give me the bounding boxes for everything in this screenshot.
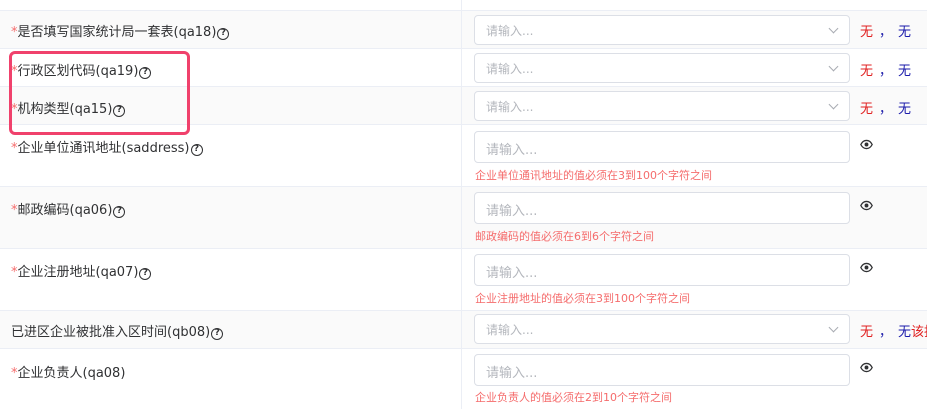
form-row-qa08: *企业负责人(qa08) 请输入... 企业负责人的值必须在2到10个字符之间 <box>0 349 927 409</box>
eye-icon[interactable] <box>860 261 873 274</box>
select-placeholder: 请输入... <box>486 100 534 114</box>
status-separator: ， <box>879 64 893 79</box>
status-right: 无 <box>898 25 912 40</box>
field-label: *邮政编码(qa06)? <box>11 199 126 218</box>
question-circle-icon[interactable]: ? <box>139 267 152 280</box>
status-left: 无 <box>860 64 874 79</box>
form-row-top-partial <box>0 0 927 11</box>
form-row-qa06: *邮政编码(qa06)? 请输入... 邮政编码的值必须在6到6个字符之间 <box>0 187 927 249</box>
question-circle-icon[interactable]: ? <box>190 143 203 156</box>
validation-error: 企业单位通讯地址的值必须在3到100个字符之间 <box>475 169 712 182</box>
field-label-text: 企业注册地址(qa07) <box>17 265 139 280</box>
status-text: 无 ， 无 <box>860 21 911 40</box>
status-overflow: 该指 <box>911 325 927 340</box>
field-label-text: 是否填写国家统计局一套表(qa18) <box>17 25 217 40</box>
status-left: 无 <box>860 102 874 117</box>
chevron-down-icon <box>828 99 839 110</box>
status-text: 无 ， 无 <box>860 60 911 79</box>
question-circle-icon[interactable]: ? <box>211 327 224 340</box>
input-placeholder: 请输入... <box>486 204 538 219</box>
status-separator: ， <box>879 25 893 40</box>
status-left: 无 <box>860 25 874 40</box>
select-qa19[interactable]: 请输入... <box>474 53 850 83</box>
input-placeholder: 请输入... <box>486 143 538 158</box>
eye-icon[interactable] <box>860 361 873 374</box>
question-circle-icon[interactable]: ? <box>113 205 126 218</box>
field-label-text: 邮政编码(qa06) <box>17 203 113 218</box>
input-placeholder: 请输入... <box>486 366 538 381</box>
select-placeholder: 请输入... <box>486 323 534 337</box>
status-right: 无 <box>898 102 912 117</box>
field-label: 已进区企业被批准入区时间(qb08)? <box>11 321 224 340</box>
label-cell <box>0 0 462 10</box>
question-circle-icon[interactable]: ? <box>217 27 230 40</box>
eye-icon[interactable] <box>860 138 873 151</box>
select-placeholder: 请输入... <box>486 24 534 38</box>
field-label-text: 已进区企业被批准入区时间(qb08) <box>11 325 211 340</box>
field-label-text: 企业负责人(qa08) <box>17 366 126 381</box>
input-qa08[interactable]: 请输入... <box>474 354 850 386</box>
status-right: 无 <box>898 325 912 340</box>
form-row-qa18: *是否填写国家统计局一套表(qa18)? 请输入... 无 ， 无 <box>0 11 927 49</box>
chevron-down-icon <box>828 61 839 72</box>
form-row-qb08: 已进区企业被批准入区时间(qb08)? 请输入... 无，无该指 <box>0 311 927 349</box>
select-qa15[interactable]: 请输入... <box>474 91 850 121</box>
status-text: 无，无该指 <box>860 321 927 340</box>
input-placeholder: 请输入... <box>486 266 538 281</box>
input-qa06[interactable]: 请输入... <box>474 192 850 224</box>
status-left: 无 <box>860 325 874 340</box>
input-qa07[interactable]: 请输入... <box>474 254 850 286</box>
validation-error: 企业负责人的值必须在2到10个字符之间 <box>475 391 672 404</box>
input-saddress[interactable]: 请输入... <box>474 131 850 163</box>
status-right: 无 <box>898 64 912 79</box>
field-label: *是否填写国家统计局一套表(qa18)? <box>11 21 230 40</box>
chevron-down-icon <box>828 23 839 34</box>
chevron-down-icon <box>828 322 839 333</box>
select-qa18[interactable]: 请输入... <box>474 15 850 45</box>
field-label: *企业负责人(qa08) <box>11 362 125 381</box>
field-label: *企业单位通讯地址(saddress)? <box>11 137 203 156</box>
select-placeholder: 请输入... <box>486 62 534 76</box>
field-label: *企业注册地址(qa07)? <box>11 261 152 280</box>
status-separator: ， <box>879 325 893 340</box>
select-qb08[interactable]: 请输入... <box>474 314 850 344</box>
validation-error: 企业注册地址的值必须在3到100个字符之间 <box>475 292 690 305</box>
validation-error: 邮政编码的值必须在6到6个字符之间 <box>475 230 654 243</box>
status-separator: ， <box>879 102 893 117</box>
status-text: 无 ， 无 <box>860 98 911 117</box>
eye-icon[interactable] <box>860 199 873 212</box>
form-row-qa07: *企业注册地址(qa07)? 请输入... 企业注册地址的值必须在3到100个字… <box>0 249 927 311</box>
highlight-box <box>9 51 190 135</box>
field-label-text: 企业单位通讯地址(saddress) <box>17 141 190 156</box>
